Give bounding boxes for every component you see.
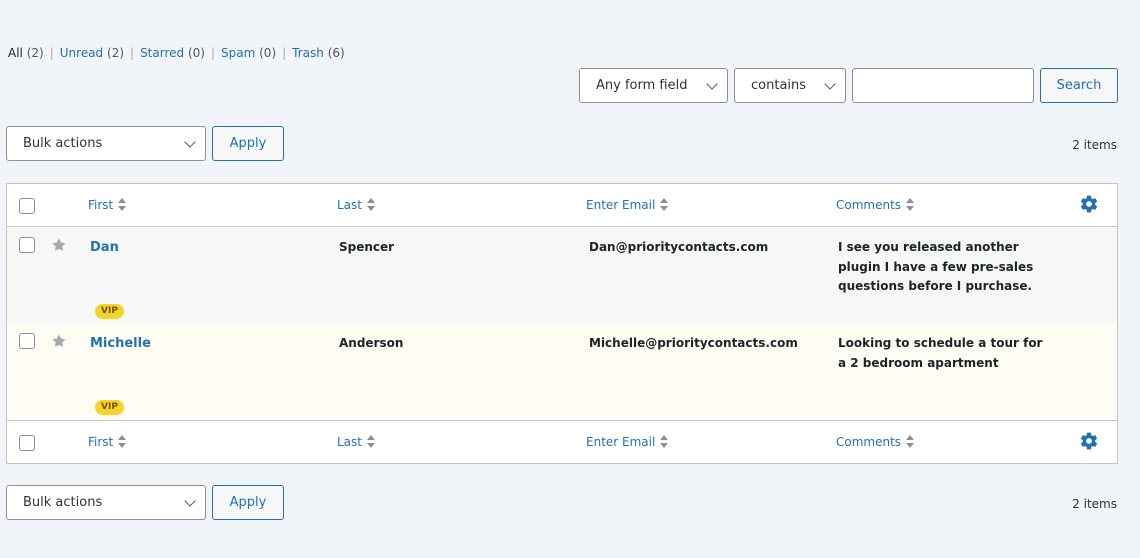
- bulk-actions-select-bottom[interactable]: Bulk actions: [6, 485, 206, 520]
- sort-icon: [118, 197, 127, 212]
- chevron-down-icon: [706, 78, 718, 90]
- column-comments-footer[interactable]: Comments: [836, 434, 915, 450]
- column-last-footer[interactable]: Last: [337, 434, 375, 450]
- search-operator-select[interactable]: contains: [734, 68, 846, 103]
- email-cell: Michelle@prioritycontacts.com: [589, 336, 798, 350]
- comments-cell: I see you released another plugin I have…: [838, 240, 1034, 293]
- apply-button-bottom[interactable]: Apply: [212, 485, 284, 520]
- sort-icon: [118, 434, 127, 449]
- gear-icon[interactable]: [1079, 431, 1099, 451]
- email-cell: Dan@prioritycontacts.com: [589, 240, 769, 254]
- column-first-footer[interactable]: First: [88, 434, 127, 450]
- sort-icon: [906, 434, 915, 449]
- last-name-cell: Spencer: [339, 240, 395, 254]
- first-name-link[interactable]: Dan: [90, 238, 119, 258]
- filter-all[interactable]: All (2): [8, 46, 44, 60]
- column-comments[interactable]: Comments: [836, 197, 915, 213]
- status-filters: All (2) | Unread (2) | Starred (0) | Spam (0) |…: [8, 46, 345, 60]
- chevron-down-icon: [824, 78, 836, 90]
- sort-icon: [660, 434, 669, 449]
- sort-icon: [367, 434, 375, 449]
- sort-icon: [660, 197, 669, 212]
- entries-table: First Last Enter Email Comments Dan VIP …: [6, 183, 1118, 464]
- table-row: Dan VIP Spencer Dan@prioritycontacts.com…: [7, 227, 1117, 323]
- comments-cell: Looking to schedule a tour for a 2 bedro…: [838, 336, 1043, 370]
- first-name-link[interactable]: Michelle: [90, 334, 151, 354]
- apply-button-top[interactable]: Apply: [212, 126, 284, 161]
- gear-icon[interactable]: [1079, 194, 1099, 214]
- chevron-down-icon: [184, 136, 196, 148]
- row-checkbox[interactable]: [19, 333, 35, 349]
- last-name-cell: Anderson: [339, 336, 404, 350]
- vip-badge: VIP: [95, 304, 124, 319]
- star-icon[interactable]: [51, 237, 67, 253]
- table-row: Michelle VIP Anderson Michelle@priorityc…: [7, 323, 1117, 419]
- star-icon[interactable]: [51, 333, 67, 349]
- filter-spam[interactable]: Spam (0): [221, 46, 276, 60]
- column-first[interactable]: First: [88, 197, 127, 213]
- table-header: First Last Enter Email Comments: [7, 184, 1117, 227]
- column-last[interactable]: Last: [337, 197, 375, 213]
- column-email[interactable]: Enter Email: [586, 197, 669, 213]
- bulk-actions-select-top[interactable]: Bulk actions: [6, 126, 206, 161]
- sort-icon: [906, 197, 915, 212]
- items-count-bottom: 2 items: [1072, 497, 1117, 511]
- sort-icon: [367, 197, 375, 212]
- search-input[interactable]: [852, 68, 1034, 103]
- row-checkbox[interactable]: [19, 237, 35, 253]
- select-all-checkbox-footer[interactable]: [19, 435, 35, 451]
- items-count-top: 2 items: [1072, 138, 1117, 152]
- search-field-select[interactable]: Any form field: [579, 68, 728, 103]
- vip-badge: VIP: [95, 400, 124, 415]
- filter-starred[interactable]: Starred (0): [140, 46, 205, 60]
- select-all-checkbox[interactable]: [19, 198, 35, 214]
- table-footer: First Last Enter Email Comments: [7, 420, 1117, 463]
- column-email-footer[interactable]: Enter Email: [586, 434, 669, 450]
- chevron-down-icon: [184, 495, 196, 507]
- filter-unread[interactable]: Unread (2): [60, 46, 124, 60]
- search-button[interactable]: Search: [1040, 68, 1118, 103]
- filter-trash[interactable]: Trash (6): [292, 46, 345, 60]
